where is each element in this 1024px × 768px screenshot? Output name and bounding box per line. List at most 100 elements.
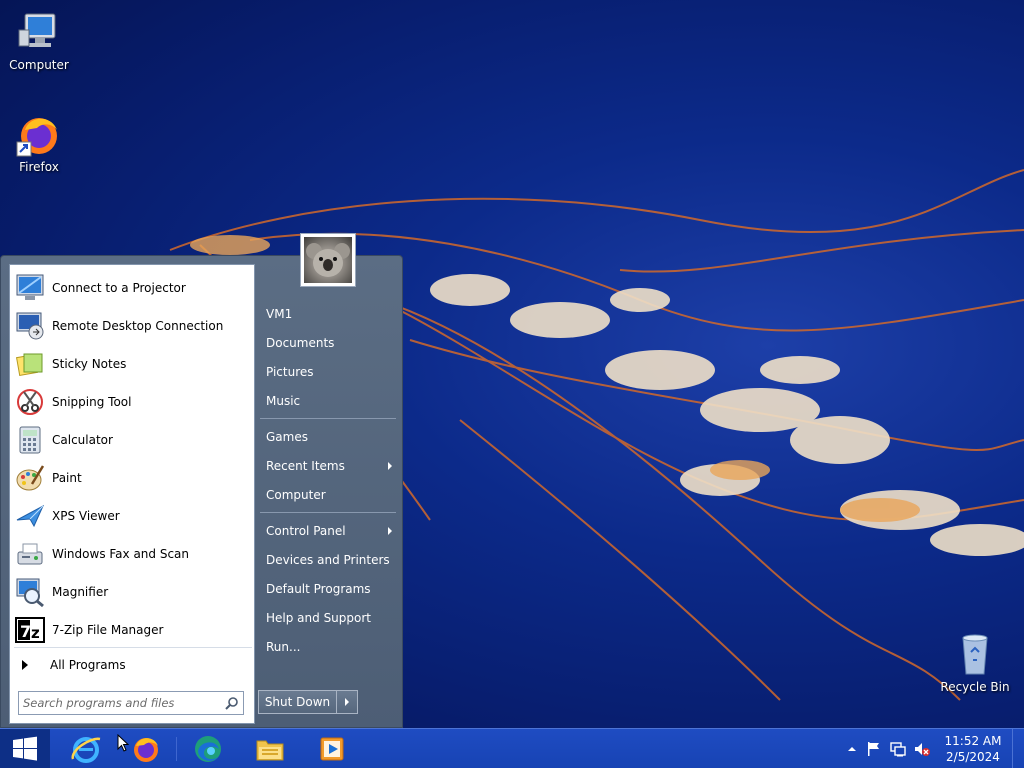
place-label: VM1 [266,307,293,321]
taskbar: 11:52 AM 2/5/2024 [0,728,1024,768]
program-label: XPS Viewer [52,509,120,523]
program-remote-desktop-connection[interactable]: Remote Desktop Connection [14,307,252,345]
program-label: Paint [52,471,82,485]
place-label: Default Programs [266,582,371,596]
program-magnifier[interactable]: Magnifier [14,573,252,611]
show-desktop-button[interactable] [1012,729,1024,768]
start-menu-programs-pane: Connect to a Projector Remote Desktop Co… [9,264,255,724]
place-label: Music [266,394,301,408]
svg-text:z: z [31,624,40,642]
program-calculator[interactable]: Calculator [14,421,252,459]
calculator-icon [14,424,46,456]
taskbar-file-explorer[interactable] [248,731,292,767]
clock-time: 11:52 AM [944,734,1002,748]
place-help-and-support[interactable]: Help and Support [266,605,398,631]
place-music[interactable]: Music [266,388,398,414]
place-run[interactable]: Run... [266,634,398,660]
place-label: Devices and Printers [266,553,390,567]
volume-muted-icon[interactable] [914,741,930,757]
projector-icon [14,272,46,304]
7zip-icon: 7z [14,614,46,646]
program-label: Remote Desktop Connection [52,319,224,333]
program-label: Windows Fax and Scan [52,547,190,561]
paint-icon [14,462,46,494]
computer-icon [15,8,63,56]
place-label: Pictures [266,365,314,379]
place-computer[interactable]: Computer [266,482,398,508]
program-label: 7-Zip File Manager [52,623,164,637]
places-divider [260,512,396,513]
place-documents[interactable]: Documents [266,330,398,356]
program-connect-to-projector[interactable]: Connect to a Projector [14,269,252,307]
place-label: Computer [266,488,326,502]
place-default-programs[interactable]: Default Programs [266,576,398,602]
search-box [18,691,244,715]
place-label: Control Panel [266,524,346,538]
recycle-bin-icon [951,630,999,678]
action-center-flag-icon[interactable] [866,741,882,757]
program-paint[interactable]: Paint [14,459,252,497]
program-label: Connect to a Projector [52,281,186,295]
fax-scan-icon [14,538,46,570]
network-icon[interactable] [890,741,906,757]
taskbar-internet-explorer[interactable] [64,731,108,767]
program-label: Sticky Notes [52,357,127,371]
magnifier-icon [14,576,46,608]
program-sticky-notes[interactable]: Sticky Notes [14,345,252,383]
place-label: Recent Items [266,459,345,473]
start-button[interactable] [0,729,50,768]
snipping-tool-icon [14,386,46,418]
all-programs-button[interactable]: All Programs [18,653,248,677]
place-recent-items[interactable]: Recent Items [266,453,398,479]
program-windows-fax-and-scan[interactable]: Windows Fax and Scan [14,535,252,573]
desktop-icon-label: Recycle Bin [940,680,1010,694]
file-explorer-icon [256,740,284,761]
place-devices-and-printers[interactable]: Devices and Printers [266,547,398,573]
program-label: Magnifier [52,585,109,599]
edge-icon [195,736,221,762]
program-7zip-file-manager[interactable]: 7z 7-Zip File Manager [14,611,252,649]
all-programs-label: All Programs [50,658,126,672]
search-input[interactable] [19,693,221,713]
sticky-notes-icon [14,348,46,380]
shutdown-button[interactable]: Shut Down [259,691,337,713]
place-label: Games [266,430,308,444]
place-user-folder[interactable]: VM1 [266,301,398,327]
place-games[interactable]: Games [266,424,398,450]
windows-logo-icon [13,736,37,761]
submenu-arrow-icon [388,527,392,535]
show-hidden-icons-arrow[interactable] [844,741,860,757]
place-control-panel[interactable]: Control Panel [266,518,398,544]
taskbar-firefox[interactable] [124,731,168,767]
desktop-icon-recycle-bin[interactable]: Recycle Bin [937,630,1013,694]
clock[interactable]: 11:52 AM 2/5/2024 [938,733,1008,765]
xps-viewer-icon [14,500,46,532]
firefox-icon [15,110,63,158]
remote-desktop-icon [14,310,46,342]
search-icon[interactable] [221,692,243,714]
program-snipping-tool[interactable]: Snipping Tool [14,383,252,421]
programs-divider [14,647,252,648]
places-divider [260,418,396,419]
svg-text:7: 7 [20,622,31,641]
taskbar-edge[interactable] [186,731,230,767]
right-arrow-icon [345,698,349,706]
clock-date: 2/5/2024 [946,750,1000,764]
program-label: Snipping Tool [52,395,132,409]
internet-explorer-icon [71,737,101,763]
place-label: Help and Support [266,611,371,625]
desktop-icon-computer[interactable]: Computer [1,8,77,72]
firefox-icon [134,738,158,762]
place-label: Documents [266,336,335,350]
desktop-icon-label: Computer [9,58,69,72]
program-xps-viewer[interactable]: XPS Viewer [14,497,252,535]
media-player-icon [320,737,344,761]
shutdown-options-button[interactable] [337,698,357,706]
place-pictures[interactable]: Pictures [266,359,398,385]
desktop-icon-firefox[interactable]: Firefox [1,110,77,174]
mouse-cursor-icon [117,734,129,752]
shutdown-button-group: Shut Down [258,690,358,714]
program-label: Calculator [52,433,113,447]
place-label: Run... [266,640,301,654]
taskbar-media-player[interactable] [310,731,354,767]
